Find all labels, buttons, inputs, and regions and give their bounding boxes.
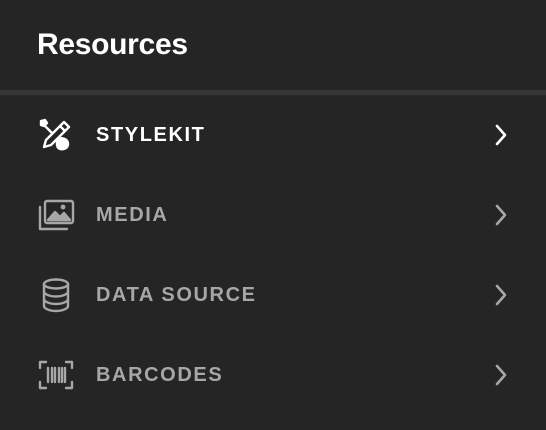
chevron-right-icon (490, 282, 512, 308)
resource-item-label: DATA SOURCE (96, 283, 257, 306)
images-icon (37, 196, 75, 234)
chevron-right-icon (490, 202, 512, 228)
chevron-right-icon (490, 362, 512, 388)
resource-item-label: MEDIA (96, 203, 169, 226)
resource-item-data-source[interactable]: DATA SOURCE (0, 255, 546, 335)
panel-header: Resources (0, 0, 546, 90)
resource-item-stylekit[interactable]: STYLEKIT (0, 95, 546, 175)
resource-item-label: BARCODES (96, 363, 224, 386)
barcode-scan-icon (37, 356, 75, 394)
resources-panel: Resources STYLEKIT MEDIA DATA SOURCE BAR… (0, 0, 546, 430)
resource-item-media[interactable]: MEDIA (0, 175, 546, 255)
panel-title: Resources (37, 28, 188, 61)
brush-pencil-icon (37, 116, 75, 154)
resources-list: STYLEKIT MEDIA DATA SOURCE BARCODES (0, 95, 546, 415)
resource-item-label: STYLEKIT (96, 123, 206, 146)
resource-item-barcodes[interactable]: BARCODES (0, 335, 546, 415)
database-icon (37, 276, 75, 314)
chevron-right-icon (490, 122, 512, 148)
